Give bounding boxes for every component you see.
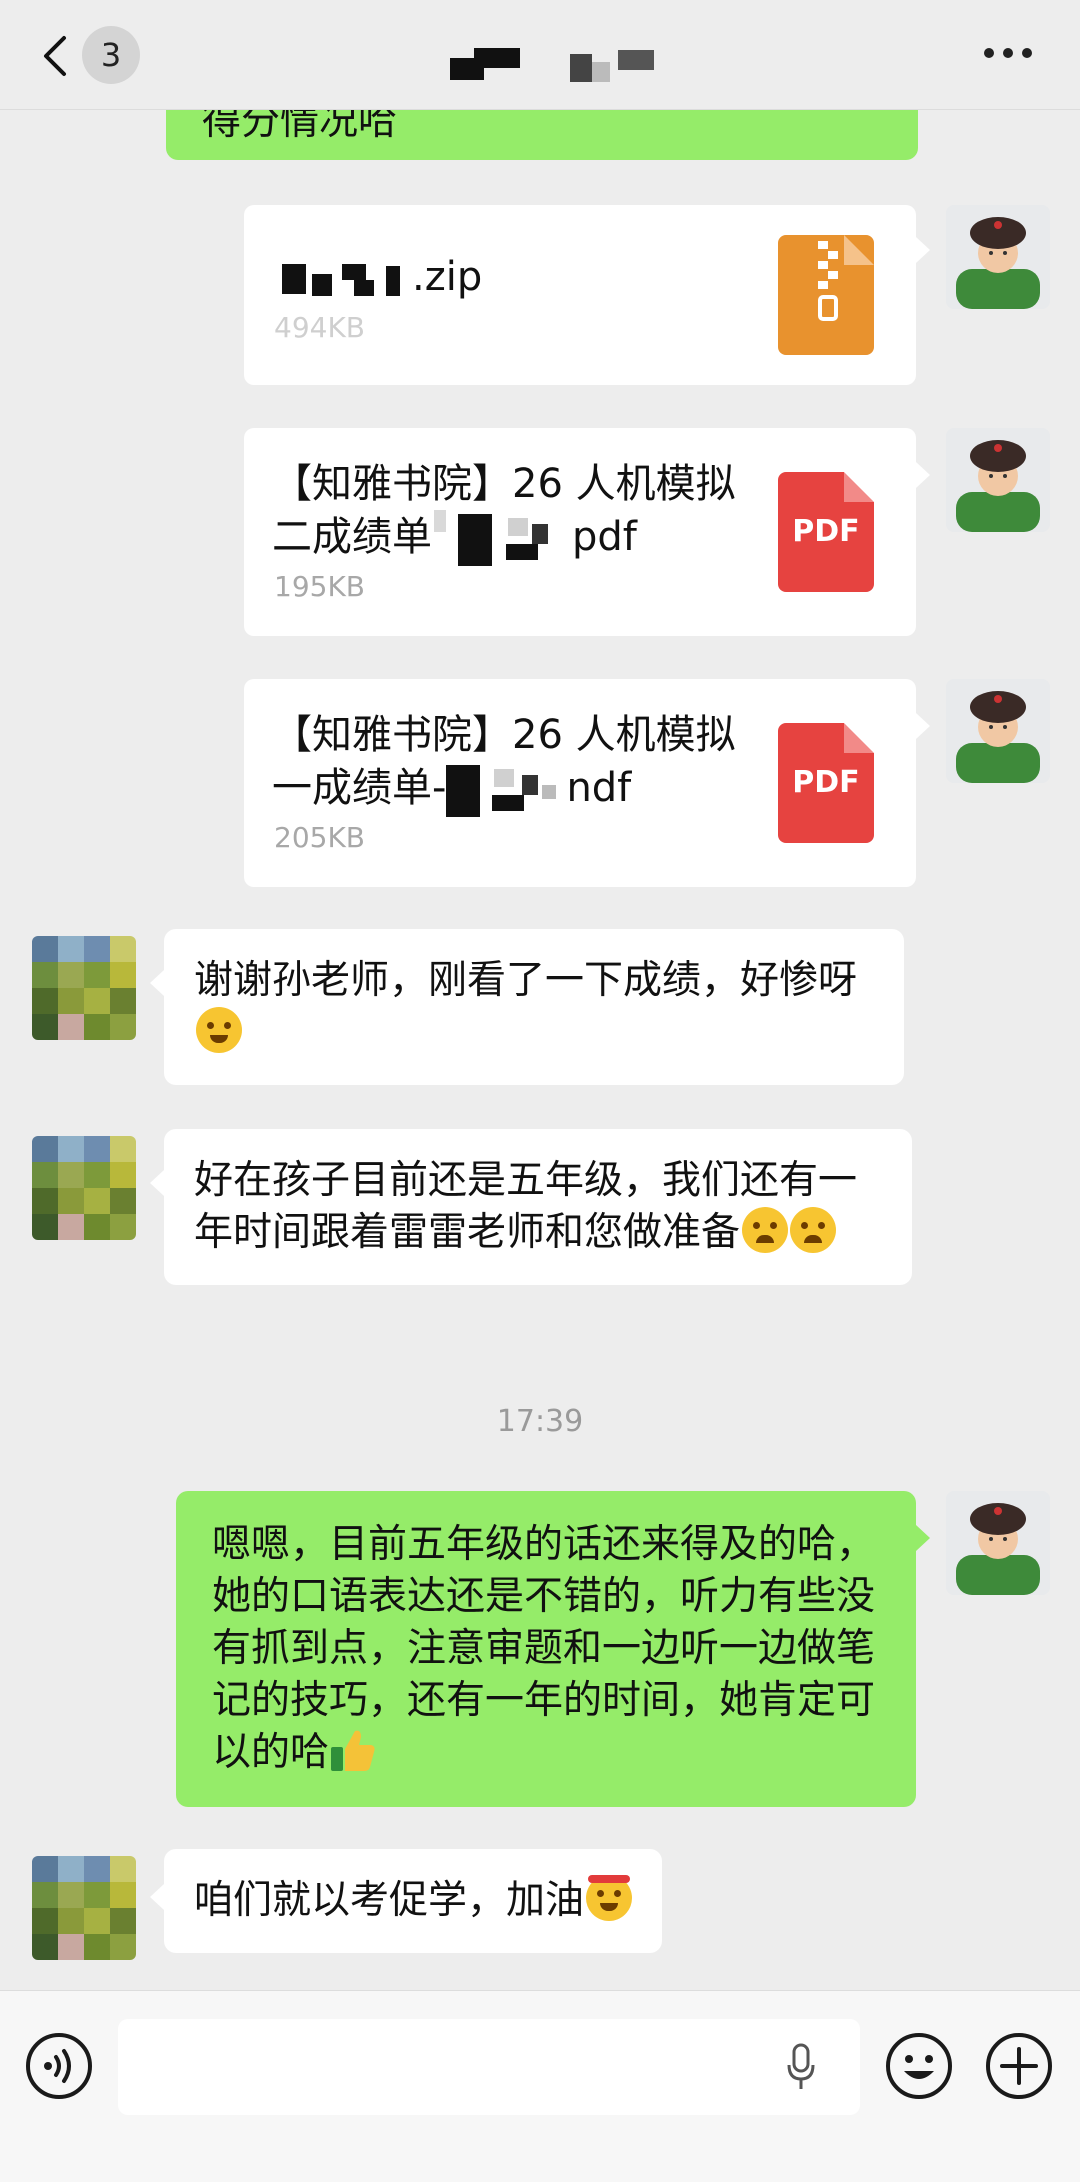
message-bubble-incoming[interactable]: 咱们就以考促学，加油 <box>164 1849 663 1953</box>
redacted-filename <box>446 761 566 817</box>
file-size: 205KB <box>274 821 366 854</box>
avatar-self[interactable] <box>946 679 1050 783</box>
determined-emoji <box>586 1875 633 1921</box>
more-dots-icon[interactable] <box>984 48 1032 62</box>
file-name: 【知雅书院】26 人机模拟 一成绩单- ndf <box>272 709 742 817</box>
message-input[interactable] <box>118 2019 860 2115</box>
microphone-icon[interactable] <box>786 2043 816 2091</box>
timestamp: 17:39 <box>496 1404 584 1439</box>
thumbs-up-emoji <box>329 1727 377 1773</box>
bubble-tail <box>916 462 930 488</box>
redacted-filename <box>432 510 572 566</box>
message-list[interactable]: 得分情况哈 .zip 494KB 【知雅书院】26 人机模拟 二成绩单 pdf … <box>0 0 1080 1990</box>
chat-screen: 得分情况哈 .zip 494KB 【知雅书院】26 人机模拟 二成绩单 pdf … <box>0 0 1080 2182</box>
chat-title-redacted[interactable] <box>450 48 660 82</box>
file-size: 195KB <box>274 570 366 603</box>
crying-emoji <box>790 1207 837 1253</box>
message-bubble-outgoing[interactable]: 嗯嗯，目前五年级的话还来得及的哈，她的口语表达还是不错的，听力有些没有抓到点，注… <box>176 1491 916 1807</box>
facepalm-emoji <box>196 1007 242 1053</box>
avatar-self[interactable] <box>946 1491 1050 1595</box>
message-bubble-incoming[interactable]: 谢谢孙老师，刚看了一下成绩，好惨呀 <box>164 929 904 1085</box>
bubble-tail <box>150 970 164 996</box>
chat-header: 3 <box>0 0 1080 110</box>
voice-icon[interactable] <box>24 2031 94 2101</box>
pdf-file-icon: PDF <box>778 472 874 592</box>
message-bubble-incoming[interactable]: 好在孩子目前还是五年级，我们还有一年时间跟着雷雷老师和您做准备 <box>164 1129 912 1285</box>
avatar-contact[interactable] <box>32 1856 136 1960</box>
bubble-tail <box>916 237 930 263</box>
file-card-pdf[interactable]: 【知雅书院】26 人机模拟 一成绩单- ndf 205KB PDF <box>244 679 916 887</box>
pdf-file-icon: PDF <box>778 723 874 843</box>
input-bar <box>0 1990 1080 2182</box>
bubble-tail <box>916 713 930 739</box>
chevron-left-icon[interactable] <box>38 34 72 78</box>
file-size: 494KB <box>274 311 366 344</box>
message-text: 谢谢孙老师，刚看了一下成绩，好惨呀 <box>194 958 858 1003</box>
emoji-icon[interactable] <box>884 2031 954 2101</box>
crying-emoji <box>742 1207 789 1253</box>
file-name: 【知雅书院】26 人机模拟 二成绩单 pdf <box>272 458 742 566</box>
message-text: 嗯嗯，目前五年级的话还来得及的哈，她的口语表达还是不错的，听力有些没有抓到点，注… <box>212 1522 876 1775</box>
avatar-self[interactable] <box>946 205 1050 309</box>
plus-icon[interactable] <box>984 2031 1054 2101</box>
bubble-tail <box>150 1170 164 1196</box>
file-name: .zip <box>272 251 742 303</box>
avatar-contact[interactable] <box>32 936 136 1040</box>
bubble-tail <box>916 1525 930 1551</box>
file-card-pdf[interactable]: 【知雅书院】26 人机模拟 二成绩单 pdf 195KB PDF <box>244 428 916 636</box>
avatar-contact[interactable] <box>32 1136 136 1240</box>
avatar-self[interactable] <box>946 428 1050 532</box>
zip-file-icon <box>778 235 874 355</box>
redacted-filename <box>272 260 412 296</box>
message-text: 咱们就以考促学，加油 <box>194 1878 585 1923</box>
bubble-tail <box>150 1884 164 1910</box>
unread-count-badge[interactable]: 3 <box>82 26 140 84</box>
file-card-zip[interactable]: .zip 494KB <box>244 205 916 385</box>
